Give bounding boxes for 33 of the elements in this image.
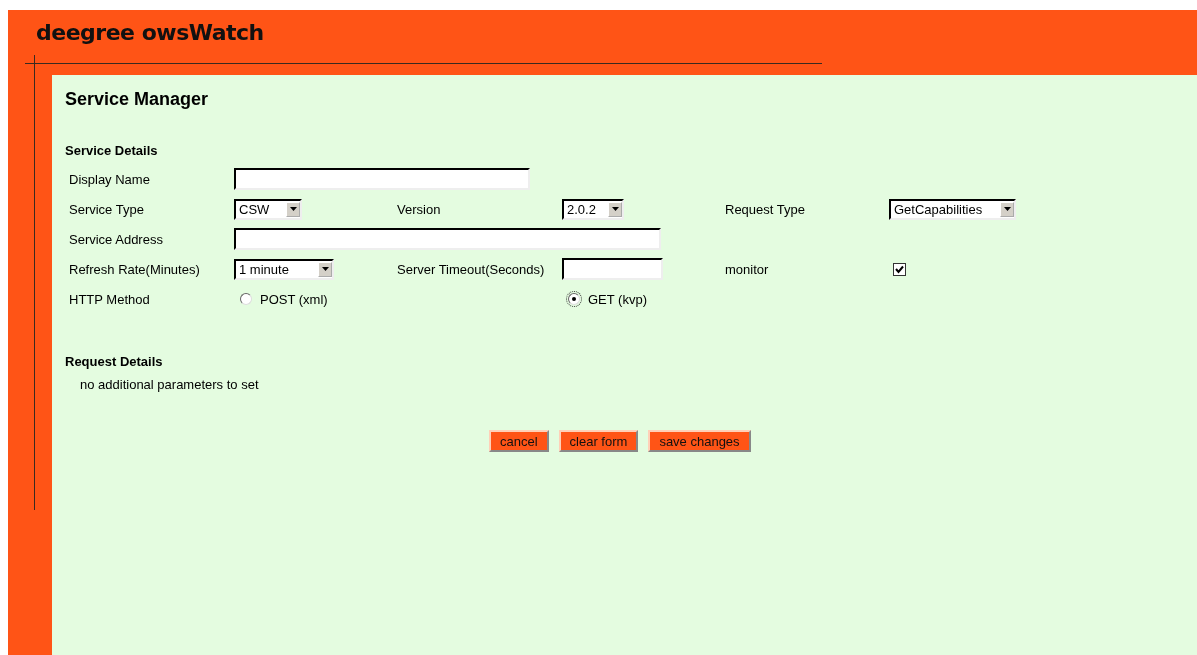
select-field[interactable]: 2.0.2 (562, 198, 624, 220)
field-label: Server Timeout(Seconds) (397, 261, 545, 277)
select-field[interactable]: 1 minute (234, 258, 334, 280)
field-label: Service Type (69, 201, 144, 217)
text-field[interactable] (234, 168, 530, 190)
caret-icon (608, 201, 622, 217)
caret-icon (1000, 201, 1014, 217)
section-heading: Service Details (65, 143, 159, 158)
radio-label: POST (xml) (260, 291, 328, 307)
field-label: Display Name (69, 171, 150, 187)
radio-button[interactable] (568, 293, 580, 305)
form-button[interactable]: save changes (648, 430, 751, 452)
select-field[interactable]: CSW (234, 198, 302, 220)
radio-button[interactable] (240, 293, 252, 305)
form-button[interactable]: cancel (489, 430, 549, 452)
text-field[interactable] (234, 228, 661, 250)
field-label: Refresh Rate(Minutes) (69, 261, 200, 277)
field-label: Version (397, 201, 441, 217)
select-field[interactable]: GetCapabilities (889, 198, 1016, 220)
checkbox[interactable] (893, 262, 906, 276)
section-heading: Request Details (65, 354, 164, 369)
field-label: Service Address (69, 231, 163, 247)
app-title: deegree owsWatch (36, 20, 264, 45)
info-text: no additional parameters to set (80, 377, 260, 392)
field-label: Request Type (725, 201, 805, 217)
text-field[interactable] (562, 258, 663, 280)
caret-icon (318, 261, 332, 277)
page-title: Service Manager (65, 89, 210, 111)
field-label: monitor (725, 261, 769, 277)
form-button[interactable]: clear form (558, 430, 639, 452)
field-label: HTTP Method (69, 291, 150, 307)
radio-label: GET (kvp) (588, 291, 647, 307)
caret-icon (286, 201, 300, 217)
